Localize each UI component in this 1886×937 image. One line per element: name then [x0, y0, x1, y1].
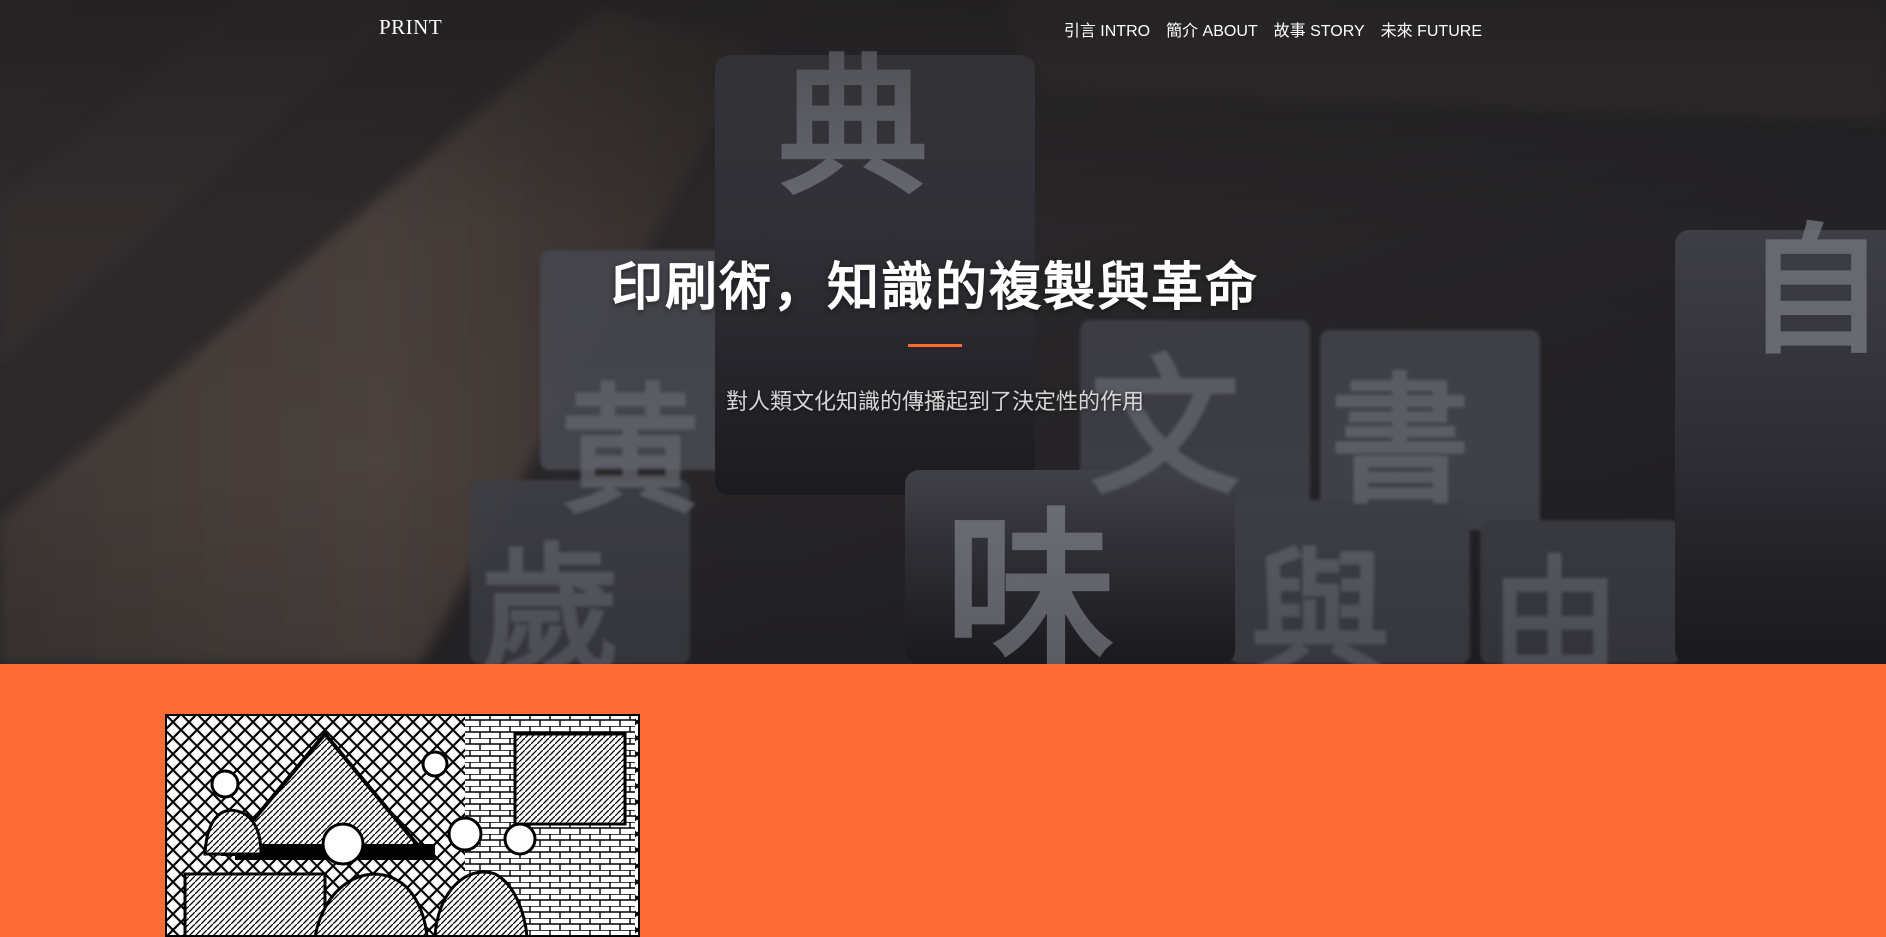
intro-section: [0, 664, 1886, 937]
nav-item-story[interactable]: 故事 STORY: [1274, 17, 1365, 41]
hero-title: 印刷術，知識的複製與革命: [610, 257, 1259, 318]
nav-item-intro[interactable]: 引言 INTRO: [1064, 17, 1150, 41]
nav-menu: 引言 INTRO 簡介 ABOUT 故事 STORY 未來 FUTURE: [1064, 17, 1482, 41]
hero-section: 典 味 自 黄 歲 文 書 與 由 PRINT 引言 INTRO 簡介 ABOU…: [0, 0, 1886, 664]
nav-item-future[interactable]: 未來 FUTURE: [1381, 17, 1482, 41]
hero-divider: [908, 344, 962, 347]
hero-subtitle: 對人類文化知識的傳播起到了決定性的作用: [725, 390, 1144, 415]
page: 典 味 自 黄 歲 文 書 與 由 PRINT 引言 INTRO 簡介 ABOU…: [0, 0, 1886, 937]
brand-logo-link[interactable]: PRINT: [379, 15, 442, 40]
printing-press-woodcut-image: [165, 714, 640, 937]
nav-item-about[interactable]: 簡介 ABOUT: [1166, 17, 1258, 41]
top-navbar: PRINT 引言 INTRO 簡介 ABOUT 故事 STORY 未來 FUTU…: [0, 0, 1886, 56]
hero-overlay: [0, 0, 1886, 664]
